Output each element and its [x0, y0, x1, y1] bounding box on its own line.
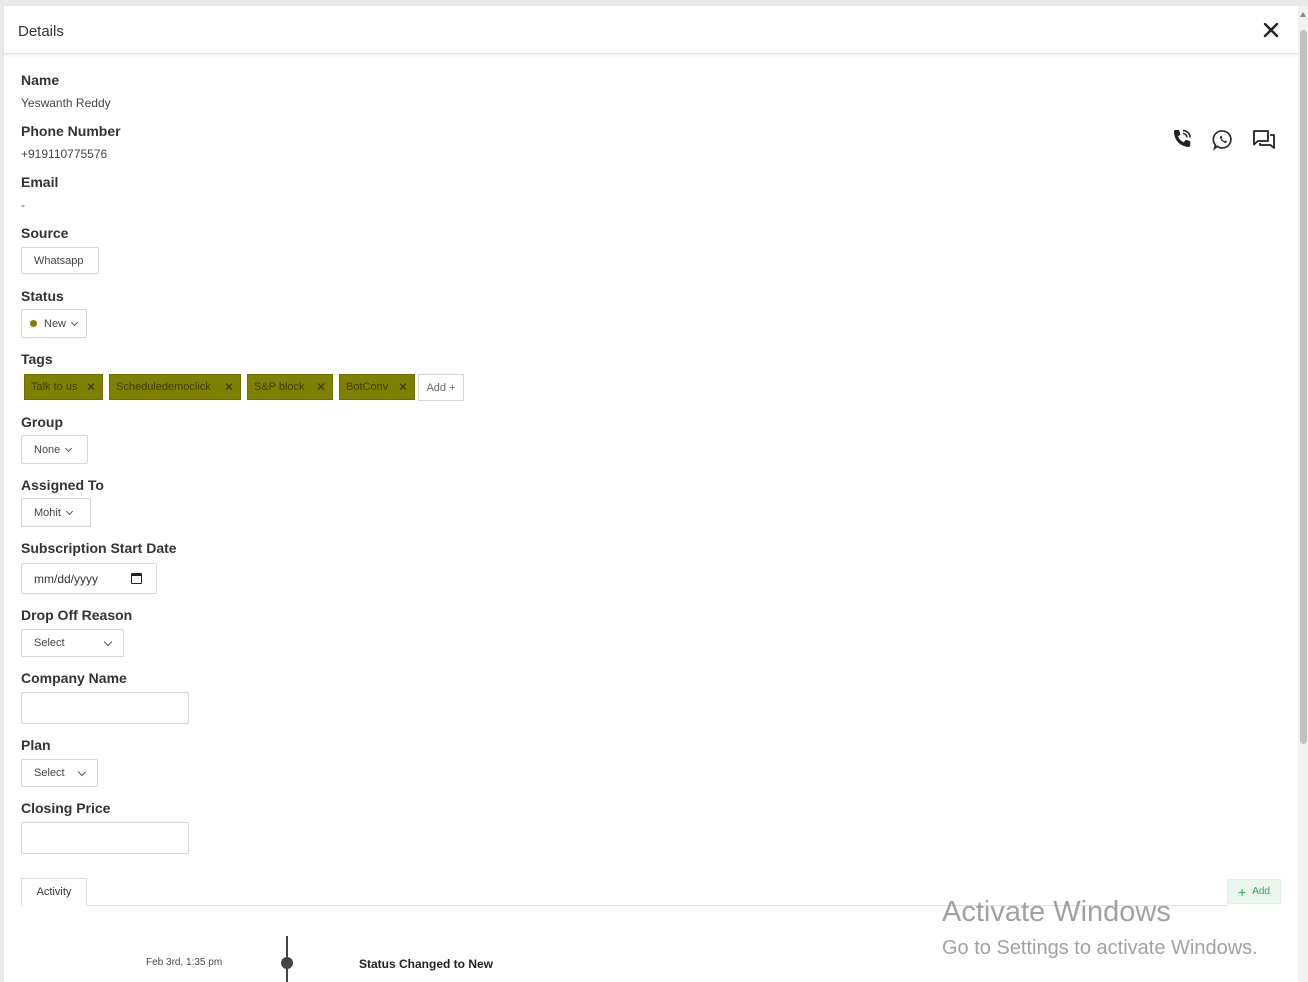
activity-text: Status Changed to New [359, 957, 494, 971]
timeline-dot [281, 957, 293, 969]
drop-off-reason-value: Select [34, 637, 65, 649]
plan-select[interactable]: Select [21, 759, 98, 787]
name-value: Yeswanth Reddy [21, 96, 111, 110]
scrollbar-thumb[interactable] [1300, 30, 1307, 744]
company-name-input[interactable] [21, 692, 189, 724]
status-label: Status [21, 288, 64, 304]
chevron-down-icon [103, 637, 113, 647]
close-icon[interactable] [1262, 21, 1280, 39]
remove-tag-icon[interactable]: ✕ [224, 380, 234, 394]
chevron-down-icon [65, 507, 73, 515]
source-label: Source [21, 225, 69, 241]
assigned-to-value: Mohit [34, 506, 61, 519]
closing-price-label: Closing Price [21, 800, 111, 816]
calendar-icon[interactable] [131, 573, 142, 584]
assigned-to-label: Assigned To [21, 477, 104, 493]
subscription-date-label: Subscription Start Date [21, 540, 177, 556]
activity-time: Feb 3rd, 1:35 pm [146, 957, 223, 968]
remove-tag-icon[interactable]: ✕ [316, 380, 326, 394]
phone-call-icon[interactable] [1170, 128, 1194, 150]
watermark-title: Activate Windows [942, 896, 1171, 928]
tag-chip: Talk to us ✕ [24, 374, 103, 400]
source-value: Whatsapp [34, 254, 84, 267]
tags-label: Tags [21, 351, 53, 367]
add-tag-button[interactable]: Add + [418, 374, 464, 401]
panel-title: Details [18, 23, 64, 40]
remove-tag-icon[interactable]: ✕ [86, 380, 96, 394]
tag-label: BotConv [346, 381, 389, 393]
assigned-to-dropdown[interactable]: Mohit [21, 498, 91, 527]
chevron-down-icon [65, 444, 73, 452]
add-activity-button[interactable]: + Add [1227, 879, 1281, 904]
tag-chip: BotConv ✕ [339, 374, 415, 400]
tag-label: Scheduledemoclick [116, 381, 211, 393]
scroll-up-arrow-icon[interactable] [1300, 12, 1306, 17]
plan-value: Select [34, 767, 65, 779]
whatsapp-icon[interactable] [1212, 129, 1234, 151]
tab-activity[interactable]: Activity [21, 878, 87, 906]
phone-label: Phone Number [21, 123, 121, 139]
chevron-down-icon [77, 767, 87, 777]
company-name-label: Company Name [21, 670, 127, 686]
group-dropdown[interactable]: None [21, 435, 88, 464]
group-label: Group [21, 414, 63, 430]
name-label: Name [21, 72, 60, 88]
watermark-subtitle: Go to Settings to activate Windows. [942, 937, 1258, 959]
source-badge: Whatsapp [21, 247, 99, 274]
group-value: None [34, 443, 61, 456]
chevron-down-icon [70, 318, 79, 326]
panel-header: Details [4, 6, 1298, 54]
subscription-date-input[interactable]: mm/dd/yyyy [21, 563, 157, 594]
add-activity-label: Add [1252, 886, 1270, 897]
remove-tag-icon[interactable]: ✕ [398, 380, 408, 394]
status-value: New [44, 317, 67, 330]
date-placeholder: mm/dd/yyyy [34, 571, 99, 586]
tag-label: S&P block [254, 381, 305, 393]
tag-chip: Scheduledemoclick ✕ [109, 374, 241, 400]
email-label: Email [21, 174, 59, 190]
plan-label: Plan [21, 737, 51, 753]
closing-price-input[interactable] [21, 822, 189, 854]
tag-label: Talk to us [31, 381, 78, 393]
drop-off-reason-label: Drop Off Reason [21, 607, 133, 623]
status-dot [30, 320, 37, 327]
details-panel: Details Name Yeswanth Reddy Phone Number… [4, 6, 1298, 982]
tag-chip: S&P block ✕ [247, 374, 333, 400]
drop-off-reason-select[interactable]: Select [21, 629, 124, 657]
chat-icon[interactable] [1252, 129, 1276, 151]
status-dropdown[interactable]: New [21, 309, 87, 338]
plus-icon: + [1238, 883, 1247, 900]
email-value: - [21, 198, 25, 212]
phone-value: +919110775576 [21, 147, 108, 161]
